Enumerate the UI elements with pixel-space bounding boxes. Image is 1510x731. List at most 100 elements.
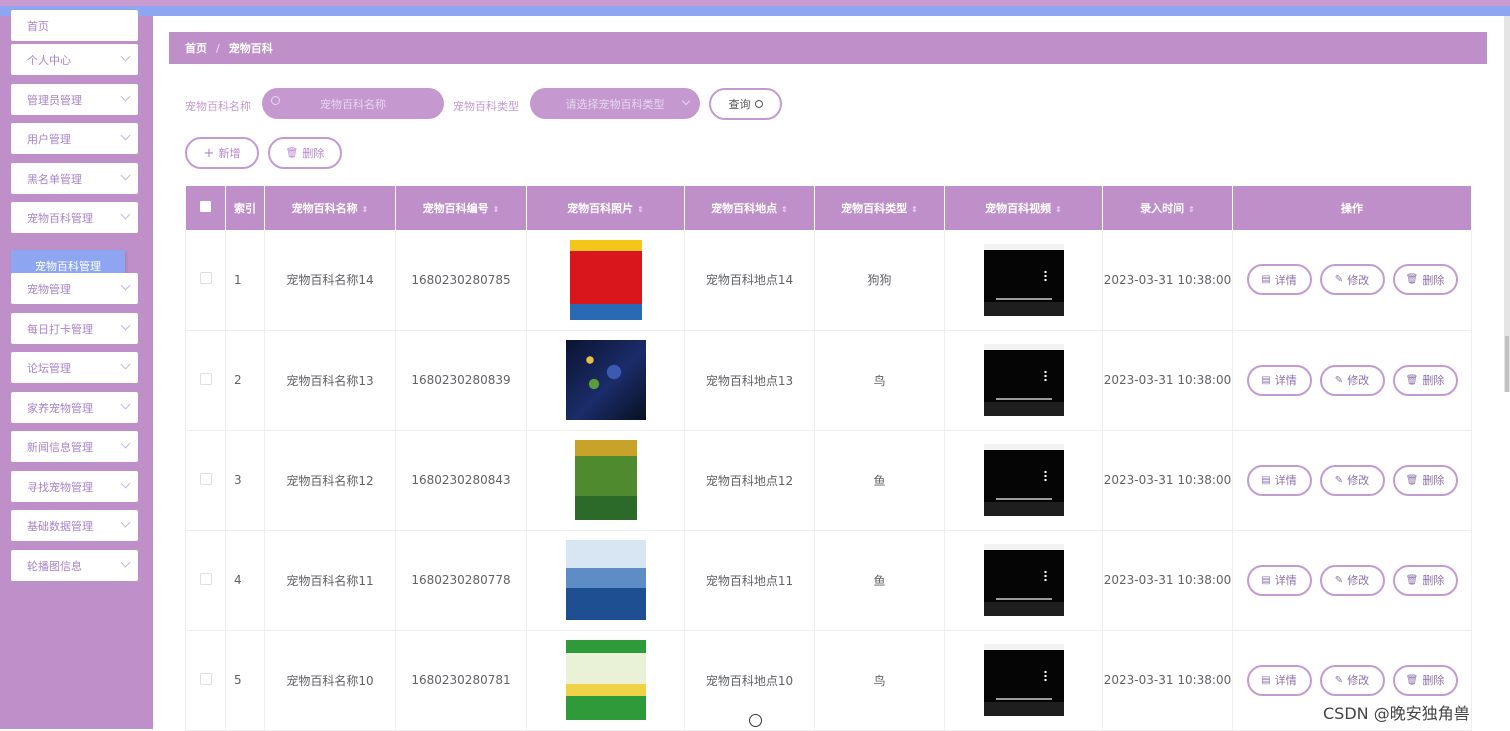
video-player[interactable] — [983, 544, 1064, 616]
pet-photo-thumbnail[interactable] — [565, 640, 646, 720]
video-progress-bar[interactable] — [995, 498, 1052, 500]
row-select-cell[interactable] — [185, 230, 226, 331]
row-select-cell[interactable] — [185, 530, 226, 631]
row-select-cell[interactable] — [185, 330, 226, 431]
sort-icon[interactable]: ⇕ — [911, 205, 918, 214]
row-checkbox[interactable] — [199, 672, 212, 685]
name-search-input[interactable]: 宠物百科名称 — [262, 88, 444, 119]
breadcrumb-current: 宠物百科 — [228, 42, 273, 55]
delete-button[interactable]: 🗑 删除 — [1392, 564, 1458, 596]
table-row: 4 宠物百科名称11 1680230280778 宠物百科地点11 鱼 2023-03-3… — [185, 530, 1472, 631]
header-label: 宠物百科视频 — [985, 202, 1052, 215]
sort-icon[interactable]: ⇕ — [637, 205, 644, 214]
sidebar-item-pet-encyclopedia[interactable]: 宠物百科管理 — [11, 202, 138, 233]
sidebar-item-carousel[interactable]: 轮播图信息 — [11, 550, 138, 581]
more-options-icon[interactable] — [1043, 570, 1047, 582]
video-progress-bar[interactable] — [995, 698, 1052, 700]
detail-label: 详情 — [1274, 474, 1297, 487]
detail-button[interactable]: ▤ 详情 — [1246, 464, 1312, 496]
sort-icon[interactable]: ⇕ — [362, 205, 369, 214]
scrollbar-thumb[interactable] — [1505, 336, 1509, 392]
delete-button[interactable]: 🗑 删除 — [1392, 364, 1458, 396]
row-select-cell[interactable] — [185, 630, 226, 731]
pet-photo-thumbnail[interactable] — [569, 239, 642, 320]
sidebar-item-daily-checkin[interactable]: 每日打卡管理 — [11, 313, 138, 344]
select-all-header[interactable] — [185, 186, 226, 230]
row-checkbox[interactable] — [199, 472, 212, 485]
sidebar-item-news[interactable]: 新闻信息管理 — [11, 431, 138, 462]
header-name[interactable]: 宠物百科名称 ⇕ — [264, 186, 396, 230]
row-checkbox[interactable] — [199, 572, 212, 585]
header-video[interactable]: 宠物百科视频 ⇕ — [944, 186, 1103, 230]
sidebar-item-home-pets[interactable]: 家养宠物管理 — [11, 392, 138, 423]
sort-icon[interactable]: ⇕ — [781, 205, 788, 214]
detail-button[interactable]: ▤ 详情 — [1246, 664, 1312, 696]
sidebar-item-users[interactable]: 用户管理 — [11, 123, 138, 154]
add-button[interactable]: + 新增 — [185, 137, 259, 169]
edit-button[interactable]: ✎ 修改 — [1319, 264, 1385, 296]
more-options-icon[interactable] — [1043, 269, 1047, 282]
more-options-icon[interactable] — [1043, 670, 1047, 682]
select-all-checkbox[interactable] — [199, 201, 211, 212]
type-cell: 鱼 — [814, 430, 945, 531]
edit-button[interactable]: ✎ 修改 — [1319, 664, 1385, 696]
sidebar-item-personal-center[interactable]: 个人中心 — [11, 44, 138, 75]
video-progress-bar[interactable] — [995, 598, 1052, 600]
more-options-icon[interactable] — [1043, 370, 1047, 382]
detail-button[interactable]: ▤ 详情 — [1246, 364, 1312, 396]
breadcrumb-home[interactable]: 首页 — [185, 40, 207, 56]
sidebar-item-label: 轮播图信息 — [27, 559, 82, 573]
code-cell: 1680230280785 — [395, 230, 527, 331]
page-scrollbar[interactable] — [1504, 16, 1510, 392]
delete-button[interactable]: 🗑 删除 — [1392, 664, 1458, 696]
sort-icon[interactable]: ⇕ — [1055, 205, 1062, 214]
sidebar-item-find-pets[interactable]: 寻找宠物管理 — [11, 471, 138, 502]
name-cell: 宠物百科名称13 — [264, 330, 396, 431]
header-code[interactable]: 宠物百科编号 ⇕ — [395, 186, 527, 230]
row-checkbox[interactable] — [199, 372, 212, 385]
sidebar-item-admin[interactable]: 管理员管理 — [11, 84, 138, 115]
sort-icon[interactable]: ⇕ — [493, 205, 500, 214]
delete-button[interactable]: 🗑 删除 — [1392, 464, 1458, 496]
detail-button[interactable]: ▤ 详情 — [1246, 264, 1312, 296]
video-progress-bar[interactable] — [995, 398, 1052, 400]
header-type[interactable]: 宠物百科类型 ⇕ — [814, 186, 945, 230]
table-row: 3 宠物百科名称12 1680230280843 宠物百科地点12 鱼 2023-03-3… — [185, 430, 1472, 531]
detail-label: 详情 — [1274, 574, 1297, 587]
row-select-cell[interactable] — [185, 430, 226, 531]
edit-button[interactable]: ✎ 修改 — [1319, 464, 1385, 496]
edit-label: 修改 — [1347, 474, 1370, 487]
edit-button[interactable]: ✎ 修改 — [1319, 364, 1385, 396]
sidebar-item-base-data[interactable]: 基础数据管理 — [11, 510, 138, 541]
pet-photo-thumbnail[interactable] — [565, 540, 646, 620]
pet-photo-thumbnail[interactable] — [574, 440, 637, 520]
row-checkbox[interactable] — [199, 272, 212, 285]
chevron-down-icon — [120, 170, 131, 181]
sort-icon[interactable]: ⇕ — [1188, 205, 1195, 214]
video-player[interactable] — [983, 344, 1064, 416]
batch-delete-button[interactable]: 🗑 删除 — [268, 137, 342, 169]
delete-button[interactable]: 🗑 删除 — [1392, 264, 1458, 296]
query-button[interactable]: 查询 — [709, 88, 782, 120]
header-photo[interactable]: 宠物百科照片 ⇕ — [526, 186, 685, 230]
trash-icon: 🗑 — [1405, 574, 1419, 586]
more-options-icon[interactable] — [1043, 470, 1047, 482]
sidebar-item-home[interactable]: 首页 — [11, 10, 138, 41]
query-button-label: 查询 — [728, 98, 751, 111]
detail-button[interactable]: ▤ 详情 — [1246, 564, 1312, 596]
chevron-down-icon — [120, 130, 131, 141]
header-place[interactable]: 宠物百科地点 ⇕ — [684, 186, 815, 230]
type-select[interactable]: 请选择宠物百科类型 — [530, 88, 700, 119]
type-cell: 鸟 — [814, 630, 945, 731]
video-player[interactable] — [983, 644, 1064, 716]
edit-button[interactable]: ✎ 修改 — [1319, 564, 1385, 596]
video-player[interactable] — [983, 243, 1064, 316]
header-time[interactable]: 录入时间 ⇕ — [1102, 186, 1233, 230]
video-player[interactable] — [983, 444, 1064, 516]
pet-photo-thumbnail[interactable] — [565, 340, 646, 420]
sidebar-item-forum[interactable]: 论坛管理 — [11, 352, 138, 383]
sidebar-item-pets[interactable]: 宠物管理 — [11, 273, 138, 304]
sidebar-item-blacklist[interactable]: 黑名单管理 — [11, 163, 138, 194]
video-progress-bar[interactable] — [995, 297, 1052, 300]
table-row: 1 宠物百科名称14 1680230280785 宠物百科地点14 狗狗 2023-03-… — [185, 230, 1472, 331]
